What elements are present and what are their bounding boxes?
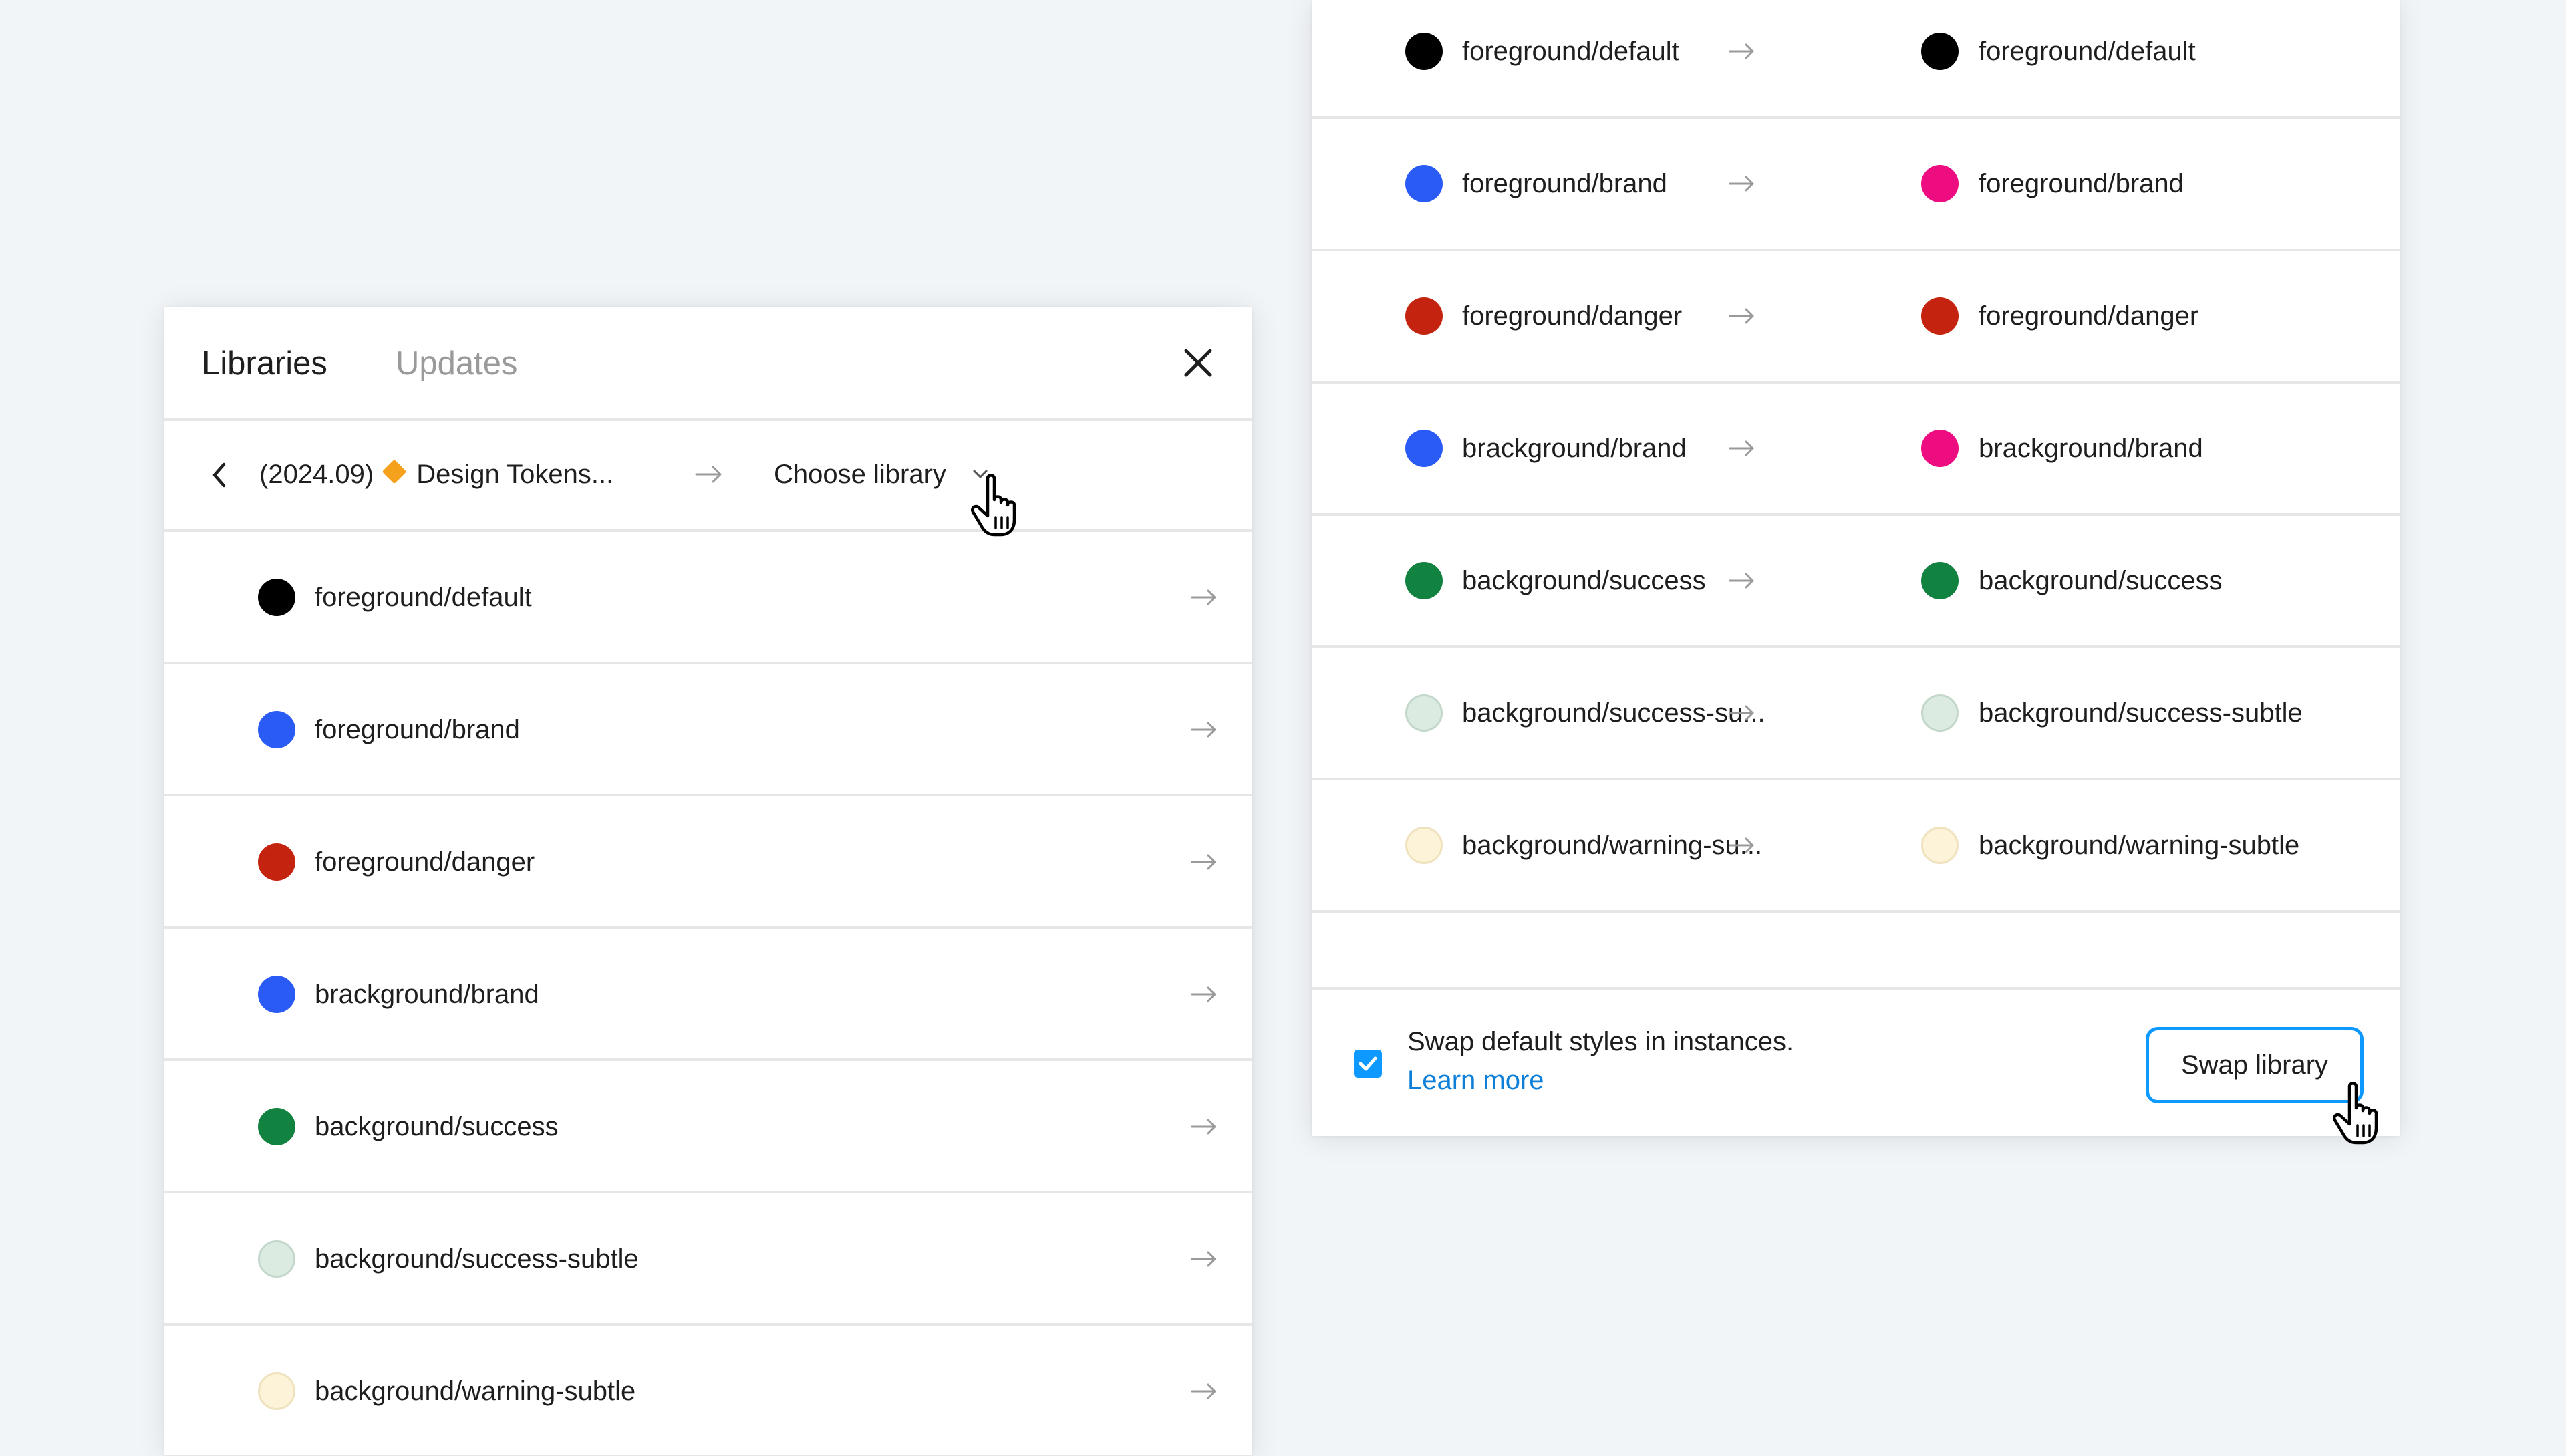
arrow-right-icon <box>1729 573 1754 589</box>
arrow-right-icon <box>1729 705 1754 721</box>
learn-more-link[interactable]: Learn more <box>1407 1062 1544 1099</box>
color-swatch <box>1405 165 1443 202</box>
color-swatch <box>1921 165 1959 202</box>
arrow-right-icon <box>1729 43 1754 59</box>
swap-styles-label: Swap default styles in instances. <box>1407 1027 1794 1056</box>
check-icon <box>1359 1056 1377 1071</box>
target-style-name: brackground/brand <box>1979 434 2203 463</box>
style-row[interactable]: foreground/brand <box>164 664 1252 796</box>
swap-mapping-row: foreground/danger foreground/danger <box>1312 251 2400 384</box>
choose-library-dropdown[interactable]: Choose library <box>774 456 946 493</box>
arrow-right-icon <box>1729 440 1754 456</box>
style-row[interactable]: brackground/brand <box>164 929 1252 1061</box>
source-library-name: Design Tokens... <box>416 460 614 489</box>
swap-library-panel: foreground/default foreground/default fore… <box>1312 0 2400 1136</box>
color-swatch <box>1921 430 1959 467</box>
source-style-name: background/warning-su... <box>1462 831 1763 860</box>
style-row[interactable]: foreground/danger <box>164 796 1252 929</box>
arrow-right-icon <box>1191 1251 1216 1267</box>
arrow-right-icon <box>1729 176 1754 192</box>
source-style-name: background/success <box>1462 566 1706 595</box>
style-name: foreground/brand <box>315 715 520 744</box>
swap-mapping-row: brackground/brand brackground/brand <box>1312 384 2400 516</box>
swap-styles-checkbox[interactable] <box>1354 1050 1382 1078</box>
color-swatch <box>1921 694 1959 732</box>
target-style-name: background/success-subtle <box>1979 698 2303 728</box>
libraries-panel: Libraries Updates (2024.09) Design Tokens… <box>164 307 1252 1456</box>
color-swatch <box>1405 694 1443 732</box>
style-name: background/success-subtle <box>315 1244 639 1274</box>
target-style-name: background/warning-subtle <box>1979 831 2300 860</box>
color-swatch <box>1405 562 1443 599</box>
source-style-name: brackground/brand <box>1462 434 1687 463</box>
color-swatch <box>258 843 295 881</box>
hand-cursor-icon <box>2333 1082 2378 1145</box>
arrow-right-icon <box>1191 854 1216 870</box>
swap-mapping-row: foreground/default foreground/default <box>1312 0 2400 119</box>
style-name: brackground/brand <box>315 980 539 1009</box>
color-swatch <box>258 976 295 1013</box>
color-swatch <box>1921 827 1959 864</box>
source-style-name: background/success-su... <box>1462 698 1765 728</box>
style-row[interactable]: foreground/default <box>164 532 1252 664</box>
arrow-right-icon <box>695 466 722 483</box>
panel-header: Libraries Updates <box>164 307 1252 421</box>
arrow-right-icon <box>1191 1119 1216 1135</box>
style-name: foreground/default <box>315 583 532 612</box>
style-row[interactable]: background/success-subtle <box>164 1193 1252 1326</box>
arrow-right-icon <box>1191 722 1216 738</box>
color-swatch <box>258 1372 295 1410</box>
style-name: background/warning-subtle <box>315 1376 636 1406</box>
style-name: foreground/danger <box>315 847 535 877</box>
color-swatch <box>1921 562 1959 599</box>
target-style-name: foreground/brand <box>1979 169 2184 198</box>
color-swatch <box>1405 430 1443 467</box>
arrow-right-icon <box>1729 837 1754 853</box>
style-row[interactable]: background/warning-subtle <box>164 1326 1252 1456</box>
color-swatch <box>1921 297 1959 335</box>
arrow-right-icon <box>1191 986 1216 1002</box>
target-style-name: foreground/danger <box>1979 301 2199 331</box>
color-swatch <box>1405 827 1443 864</box>
color-swatch <box>258 711 295 748</box>
color-swatch <box>258 1108 295 1145</box>
arrow-right-icon <box>1191 1383 1216 1399</box>
source-library-version: (2024.09) <box>259 460 374 489</box>
source-style-name: foreground/danger <box>1462 301 1683 331</box>
tab-libraries[interactable]: Libraries <box>202 343 327 384</box>
tab-updates[interactable]: Updates <box>396 343 518 384</box>
source-style-name: foreground/default <box>1462 37 1679 66</box>
chevron-left-icon[interactable] <box>206 458 233 492</box>
style-name: background/success <box>315 1112 559 1141</box>
style-row[interactable]: background/success <box>164 1061 1252 1193</box>
diamond-icon <box>382 459 407 484</box>
color-swatch <box>258 579 295 616</box>
close-icon[interactable] <box>1177 341 1220 384</box>
color-swatch <box>1921 33 1959 70</box>
swap-mapping-row: foreground/brand foreground/brand <box>1312 119 2400 251</box>
swap-footer: Swap default styles in instances. Learn … <box>1312 987 2400 1136</box>
source-library[interactable]: (2024.09) Design Tokens... <box>259 456 613 493</box>
arrow-right-icon <box>1191 589 1216 605</box>
color-swatch <box>1405 297 1443 335</box>
swap-mapping-row: background/warning-su... background/warni… <box>1312 780 2400 913</box>
swap-mapping-row: background/success background/success <box>1312 516 2400 648</box>
hand-cursor-icon <box>971 474 1016 537</box>
target-style-name: background/success <box>1979 566 2223 595</box>
color-swatch <box>1405 33 1443 70</box>
target-style-name: foreground/default <box>1979 37 2196 66</box>
swap-mapping-row: background/success-su... background/succe… <box>1312 648 2400 780</box>
library-swap-bar: (2024.09) Design Tokens... Choose library <box>164 421 1252 532</box>
source-style-name: foreground/brand <box>1462 169 1667 198</box>
arrow-right-icon <box>1729 308 1754 324</box>
color-swatch <box>258 1240 295 1278</box>
